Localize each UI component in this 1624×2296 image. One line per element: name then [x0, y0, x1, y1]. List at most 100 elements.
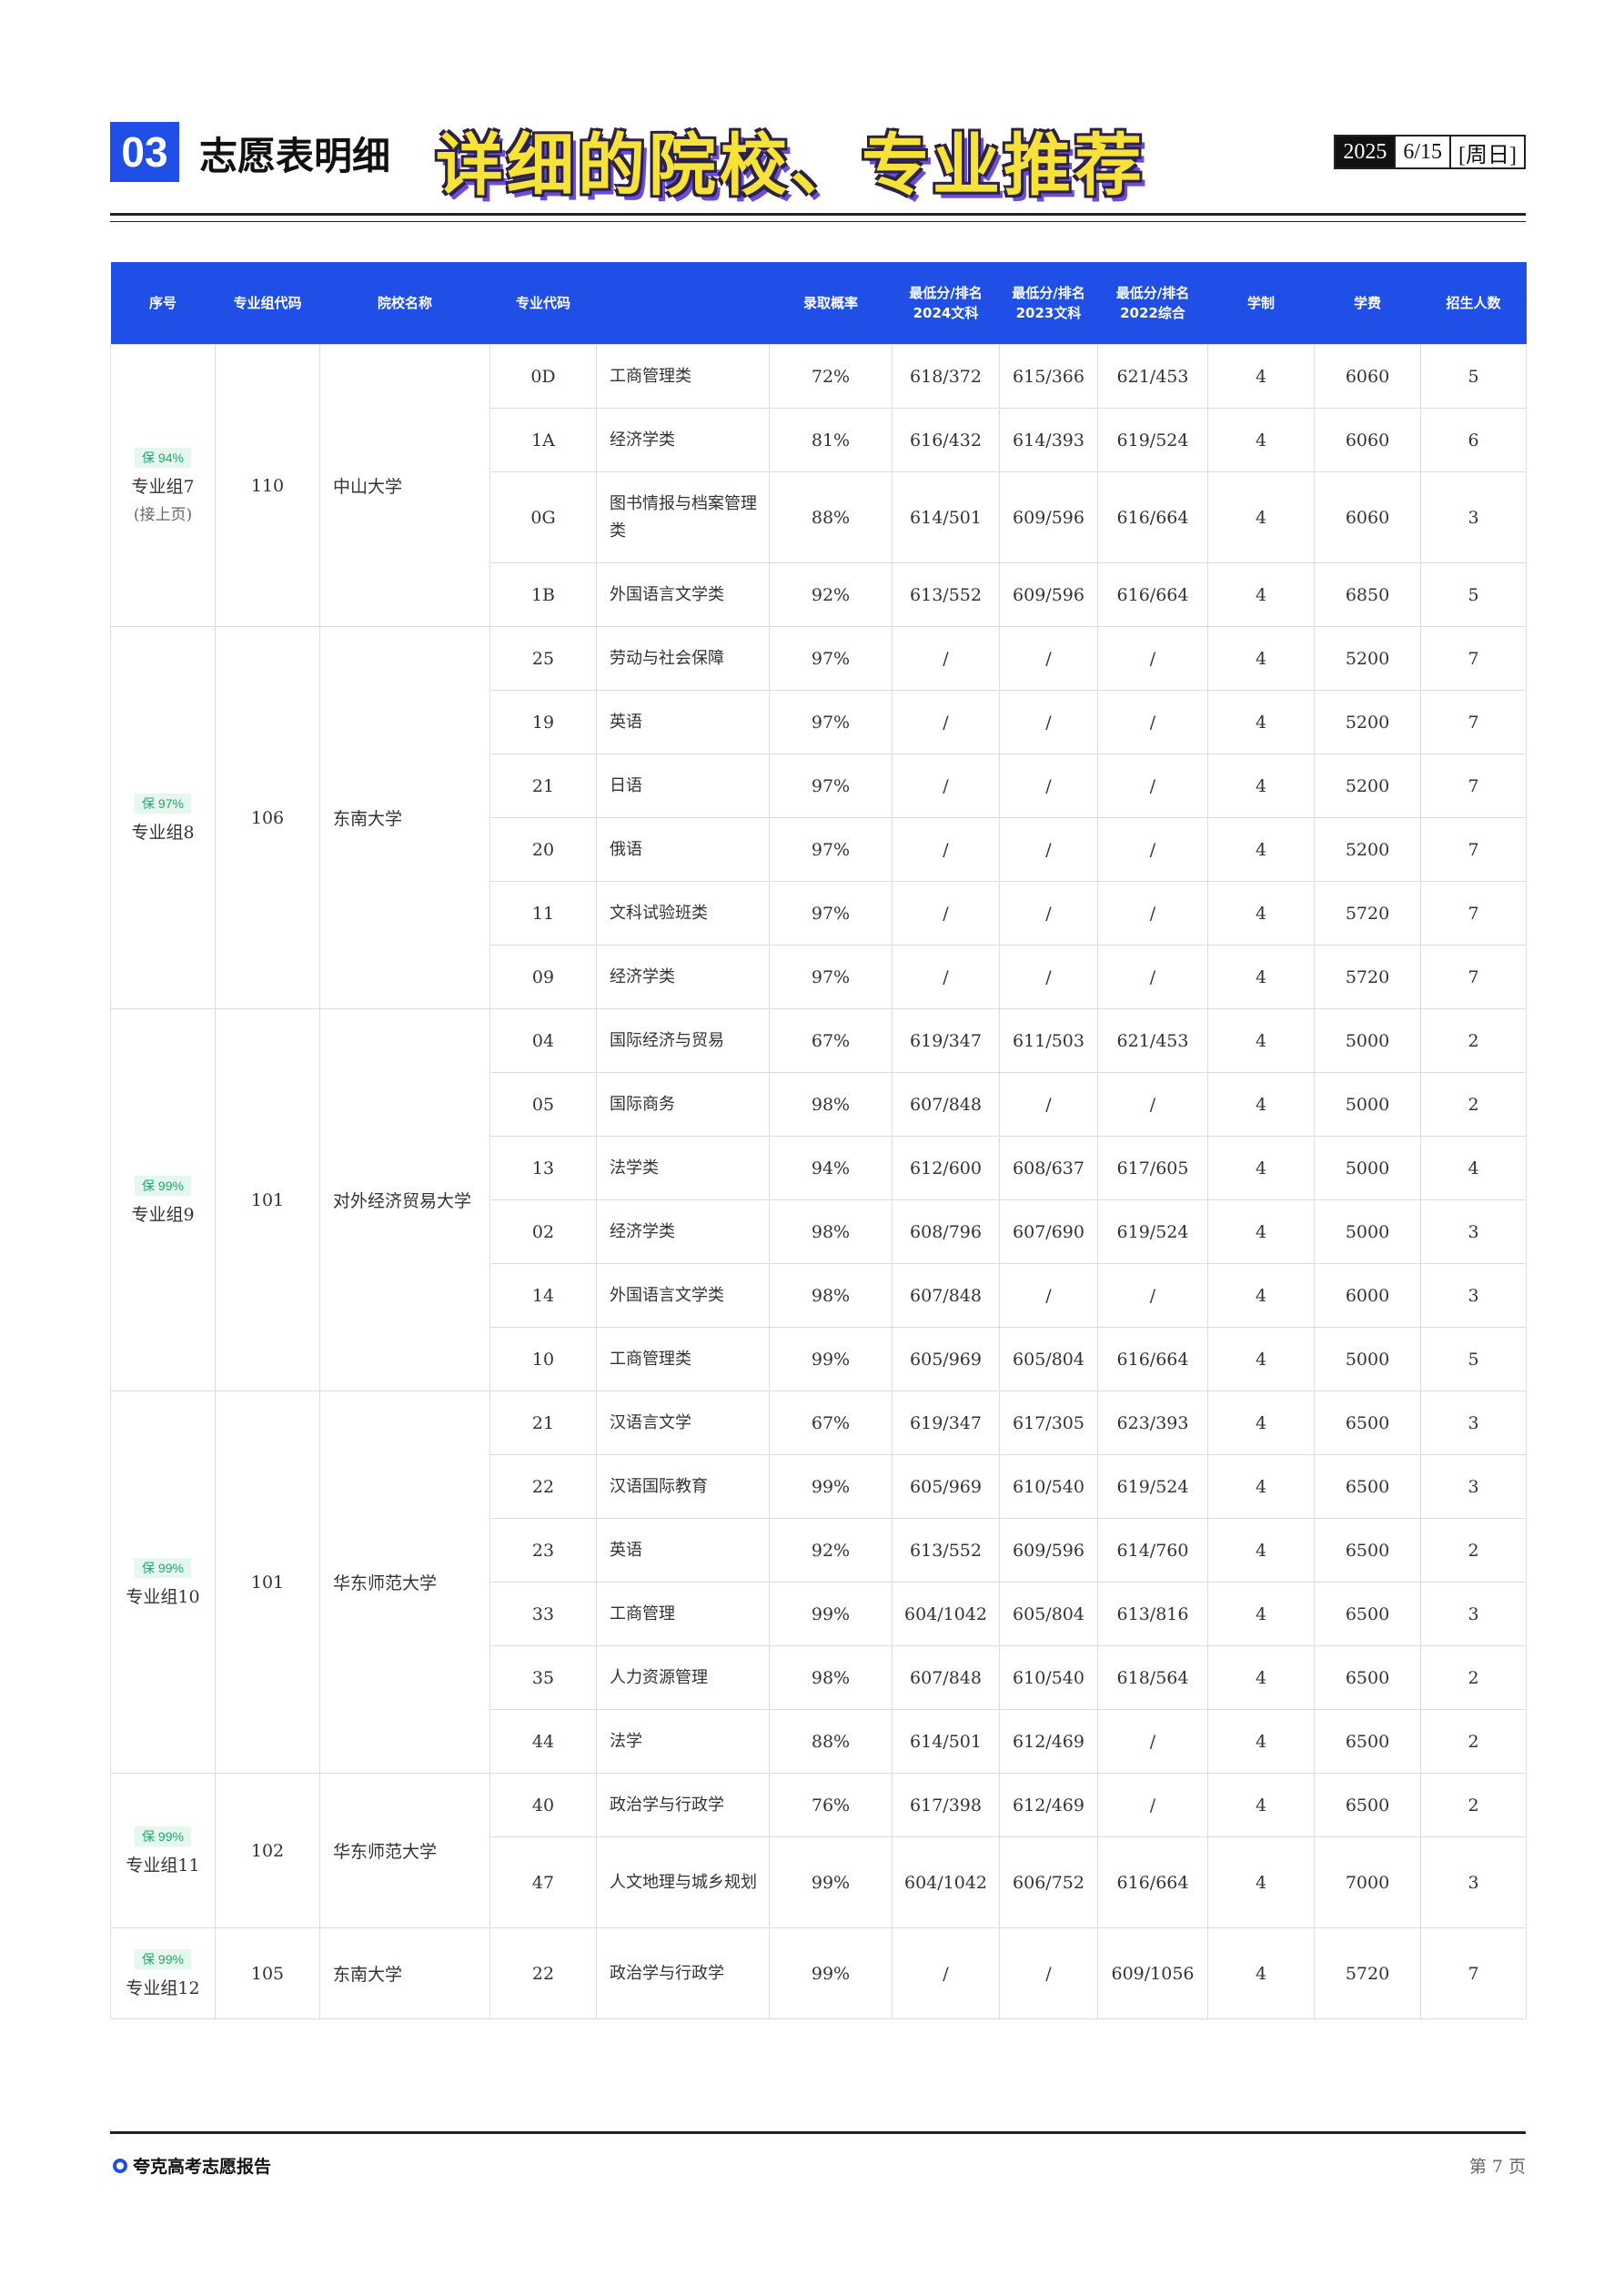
column-header: 院校名称	[319, 262, 490, 345]
major-name-cell: 政治学与行政学	[596, 1773, 770, 1837]
major-name-cell: 英语	[596, 690, 770, 754]
score-rank-2022-cell: 609/1056	[1097, 1927, 1208, 2019]
tuition-cell: 5200	[1314, 754, 1421, 818]
duration-cell: 4	[1207, 1927, 1315, 2019]
duration-cell: 4	[1207, 754, 1315, 818]
admission-probability-cell: 99%	[769, 1927, 893, 2019]
score-rank-2024-cell: 616/432	[892, 408, 1000, 472]
score-rank-2024-cell: 605/969	[892, 1327, 1000, 1391]
column-header-label: 最低分/排名	[909, 285, 983, 301]
admission-probability-cell: 99%	[769, 1836, 893, 1928]
major-code-cell: 19	[489, 690, 597, 754]
major-code-cell: 1A	[489, 408, 597, 472]
major-code-cell: 09	[489, 945, 597, 1009]
major-name-cell: 汉语国际教育	[596, 1454, 770, 1519]
table-header-row: 序号 专业组代码 院校名称 专业代码 录取概率 最低分/排名 2024文科 最低分/排名 202…	[110, 262, 1527, 345]
date-month-day: 6/15	[1394, 137, 1452, 167]
score-rank-2023-cell: 609/596	[999, 471, 1098, 563]
column-header-label: 招生人数	[1446, 295, 1501, 311]
school-name-cell: 华东师范大学	[319, 1773, 490, 1928]
score-rank-2022-cell: 618/564	[1097, 1645, 1208, 1710]
duration-cell: 4	[1207, 1582, 1315, 1646]
duration-cell: 4	[1207, 1454, 1315, 1519]
page-header: 03 志愿表明细 详细的院校、专业推荐 2025 6/15 [周日]	[110, 111, 1526, 205]
score-rank-2024-cell: 612/600	[892, 1136, 1000, 1200]
banner-title: 详细的院校、专业推荐	[436, 126, 1145, 205]
tuition-cell: 6500	[1314, 1709, 1421, 1774]
admission-probability-cell: 97%	[769, 945, 893, 1009]
score-rank-2023-cell: 612/469	[999, 1773, 1098, 1837]
column-header: 最低分/排名 2024文科	[892, 262, 1000, 345]
score-rank-2022-cell: 616/664	[1097, 471, 1208, 563]
score-rank-2024-cell: 618/372	[892, 344, 1000, 409]
enrollment-count-cell: 6	[1420, 408, 1527, 472]
score-rank-2022-cell: 621/453	[1097, 1008, 1208, 1073]
tuition-cell: 6500	[1314, 1773, 1421, 1837]
duration-cell: 4	[1207, 1072, 1315, 1137]
group-code-cell: 106	[215, 626, 320, 1009]
score-rank-2024-cell: 614/501	[892, 1709, 1000, 1774]
column-header: 序号	[110, 262, 216, 345]
enrollment-count-cell: 7	[1420, 1927, 1527, 2019]
score-rank-2023-cell: 606/752	[999, 1836, 1098, 1928]
footer-brand: 夸克高考志愿报告	[113, 2153, 271, 2178]
table-body: 保 94% 专业组7 (接上页) 110 中山大学 0D 工商管理类 72% 618/372 61…	[110, 344, 1527, 2019]
tuition-cell: 6000	[1314, 1263, 1421, 1328]
brand-name: 夸克高考志愿报告	[133, 2157, 272, 2177]
enrollment-count-cell: 2	[1420, 1518, 1527, 1583]
admission-probability-cell: 97%	[769, 626, 893, 691]
duration-cell: 4	[1207, 1136, 1315, 1200]
tuition-cell: 6060	[1314, 408, 1421, 472]
admission-probability-cell: 98%	[769, 1645, 893, 1710]
admission-probability-cell: 94%	[769, 1136, 893, 1200]
column-header-label: 学费	[1353, 295, 1381, 311]
major-code-cell: 10	[489, 1327, 597, 1391]
score-rank-2022-cell: 623/393	[1097, 1391, 1208, 1455]
group-seq-cell: 保 99% 专业组10	[110, 1391, 216, 1774]
score-rank-2023-cell: /	[999, 1927, 1098, 2019]
column-header-sublabel: 2024文科	[913, 305, 979, 321]
major-name-cell: 国际商务	[596, 1072, 770, 1137]
tuition-cell: 5720	[1314, 1927, 1421, 2019]
enrollment-count-cell: 5	[1420, 344, 1527, 409]
section-number: 03	[110, 122, 179, 182]
tuition-cell: 5000	[1314, 1327, 1421, 1391]
score-rank-2023-cell: 608/637	[999, 1136, 1098, 1200]
major-code-cell: 0D	[489, 344, 597, 409]
score-rank-2024-cell: 613/552	[892, 562, 1000, 627]
admission-probability-cell: 97%	[769, 817, 893, 882]
column-header: 最低分/排名 2022综合	[1097, 262, 1208, 345]
enrollment-count-cell: 7	[1420, 626, 1527, 691]
major-name-cell: 外国语言文学类	[596, 1263, 770, 1328]
school-name-cell: 东南大学	[319, 626, 490, 1009]
duration-cell: 4	[1207, 562, 1315, 627]
group-label: 专业组7	[131, 477, 195, 497]
tuition-cell: 5000	[1314, 1008, 1421, 1073]
score-rank-2024-cell: 614/501	[892, 471, 1000, 563]
admission-probability-cell: 99%	[769, 1327, 893, 1391]
major-code-cell: 1B	[489, 562, 597, 627]
column-header	[596, 262, 770, 345]
group-label: 专业组11	[126, 1855, 200, 1876]
admission-probability-cell: 72%	[769, 344, 893, 409]
duration-cell: 4	[1207, 881, 1315, 946]
tuition-cell: 5720	[1314, 881, 1421, 946]
score-rank-2023-cell: 609/596	[999, 562, 1098, 627]
tuition-cell: 6500	[1314, 1518, 1421, 1583]
major-code-cell: 13	[489, 1136, 597, 1200]
tuition-cell: 6500	[1314, 1391, 1421, 1455]
table-row: 保 97% 专业组8 106 东南大学 25 劳动与社会保障 97% / //4 5200 7	[110, 626, 1527, 1009]
group-seq-cell: 保 97% 专业组8	[110, 626, 216, 1009]
admission-probability-cell: 99%	[769, 1454, 893, 1519]
major-name-cell: 外国语言文学类	[596, 562, 770, 627]
duration-cell: 4	[1207, 1327, 1315, 1391]
score-rank-2023-cell: 614/393	[999, 408, 1098, 472]
column-header-label: 序号	[148, 295, 177, 311]
score-rank-2024-cell: /	[892, 626, 1000, 691]
group-code-cell: 110	[215, 344, 320, 627]
group-code-cell: 105	[215, 1927, 320, 2019]
admission-probability-cell: 98%	[769, 1072, 893, 1137]
score-rank-2023-cell: 607/690	[999, 1199, 1098, 1264]
major-code-cell: 02	[489, 1199, 597, 1264]
column-header: 专业代码	[489, 262, 597, 345]
